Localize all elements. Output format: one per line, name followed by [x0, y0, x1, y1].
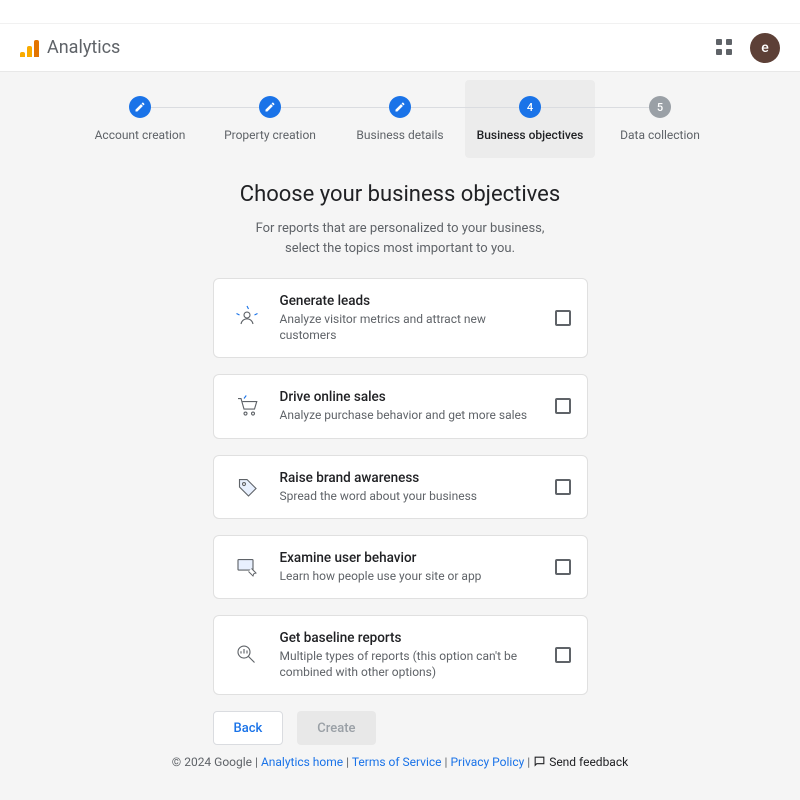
send-feedback-link[interactable]: Send feedback	[533, 755, 628, 769]
back-button[interactable]: Back	[213, 711, 284, 745]
objective-raise-brand-awareness[interactable]: Raise brand awareness Spread the word ab…	[213, 455, 588, 519]
card-description: Multiple types of reports (this option c…	[280, 648, 539, 680]
user-avatar[interactable]: e	[750, 33, 780, 63]
leads-icon	[230, 301, 264, 335]
step-number: 5	[649, 96, 671, 118]
step-label: Business details	[356, 128, 443, 142]
objective-drive-online-sales[interactable]: Drive online sales Analyze purchase beha…	[213, 374, 588, 438]
objective-generate-leads[interactable]: Generate leads Analyze visitor metrics a…	[213, 278, 588, 358]
checkbox[interactable]	[555, 559, 571, 575]
report-magnifier-icon	[230, 638, 264, 672]
page-title: Choose your business objectives	[0, 182, 800, 207]
step-business-objectives[interactable]: 4 Business objectives	[465, 80, 595, 158]
button-row: Back Create	[213, 711, 588, 745]
step-label: Data collection	[620, 128, 700, 142]
step-number: 4	[519, 96, 541, 118]
card-description: Learn how people use your site or app	[280, 568, 539, 584]
header-right: e	[716, 33, 780, 63]
analytics-home-link[interactable]: Analytics home	[261, 755, 343, 769]
pencil-icon	[394, 101, 406, 113]
top-spacer	[0, 0, 800, 24]
product-name: Analytics	[47, 37, 120, 58]
step-label: Account creation	[95, 128, 186, 142]
apps-grid-icon[interactable]	[716, 39, 734, 57]
step-label: Business objectives	[477, 128, 584, 142]
checkbox[interactable]	[555, 479, 571, 495]
card-title: Generate leads	[280, 293, 539, 309]
page-body: Account creation Property creation Busin…	[0, 72, 800, 800]
step-business-details[interactable]: Business details	[335, 80, 465, 158]
objective-examine-user-behavior[interactable]: Examine user behavior Learn how people u…	[213, 535, 588, 599]
page-subtitle: For reports that are personalized to you…	[0, 219, 800, 258]
header-left: Analytics	[20, 37, 120, 58]
card-title: Raise brand awareness	[280, 470, 539, 486]
app-header: Analytics e	[0, 24, 800, 72]
objectives-list: Generate leads Analyze visitor metrics a…	[213, 278, 588, 695]
card-description: Analyze visitor metrics and attract new …	[280, 311, 539, 343]
analytics-logo-icon	[20, 39, 39, 57]
stepper: Account creation Property creation Busin…	[0, 80, 800, 158]
card-title: Drive online sales	[280, 389, 539, 405]
create-button[interactable]: Create	[297, 711, 375, 745]
objective-get-baseline-reports[interactable]: Get baseline reports Multiple types of r…	[213, 615, 588, 695]
tag-icon	[230, 470, 264, 504]
legal-footer: © 2024 Google | Analytics home | Terms o…	[0, 755, 800, 769]
step-property-creation[interactable]: Property creation	[205, 80, 335, 158]
card-title: Examine user behavior	[280, 550, 539, 566]
pencil-icon	[134, 101, 146, 113]
card-description: Analyze purchase behavior and get more s…	[280, 407, 539, 423]
step-data-collection: 5 Data collection	[595, 80, 725, 158]
checkbox[interactable]	[555, 398, 571, 414]
feedback-icon	[533, 755, 546, 768]
privacy-policy-link[interactable]: Privacy Policy	[450, 755, 524, 769]
checkbox[interactable]	[555, 647, 571, 663]
terms-of-service-link[interactable]: Terms of Service	[352, 755, 442, 769]
step-label: Property creation	[224, 128, 316, 142]
step-account-creation[interactable]: Account creation	[75, 80, 205, 158]
cart-icon	[230, 389, 264, 423]
copyright: © 2024 Google	[172, 755, 252, 769]
card-description: Spread the word about your business	[280, 488, 539, 504]
checkbox[interactable]	[555, 310, 571, 326]
card-title: Get baseline reports	[280, 630, 539, 646]
screen-cursor-icon	[230, 550, 264, 584]
pencil-icon	[264, 101, 276, 113]
